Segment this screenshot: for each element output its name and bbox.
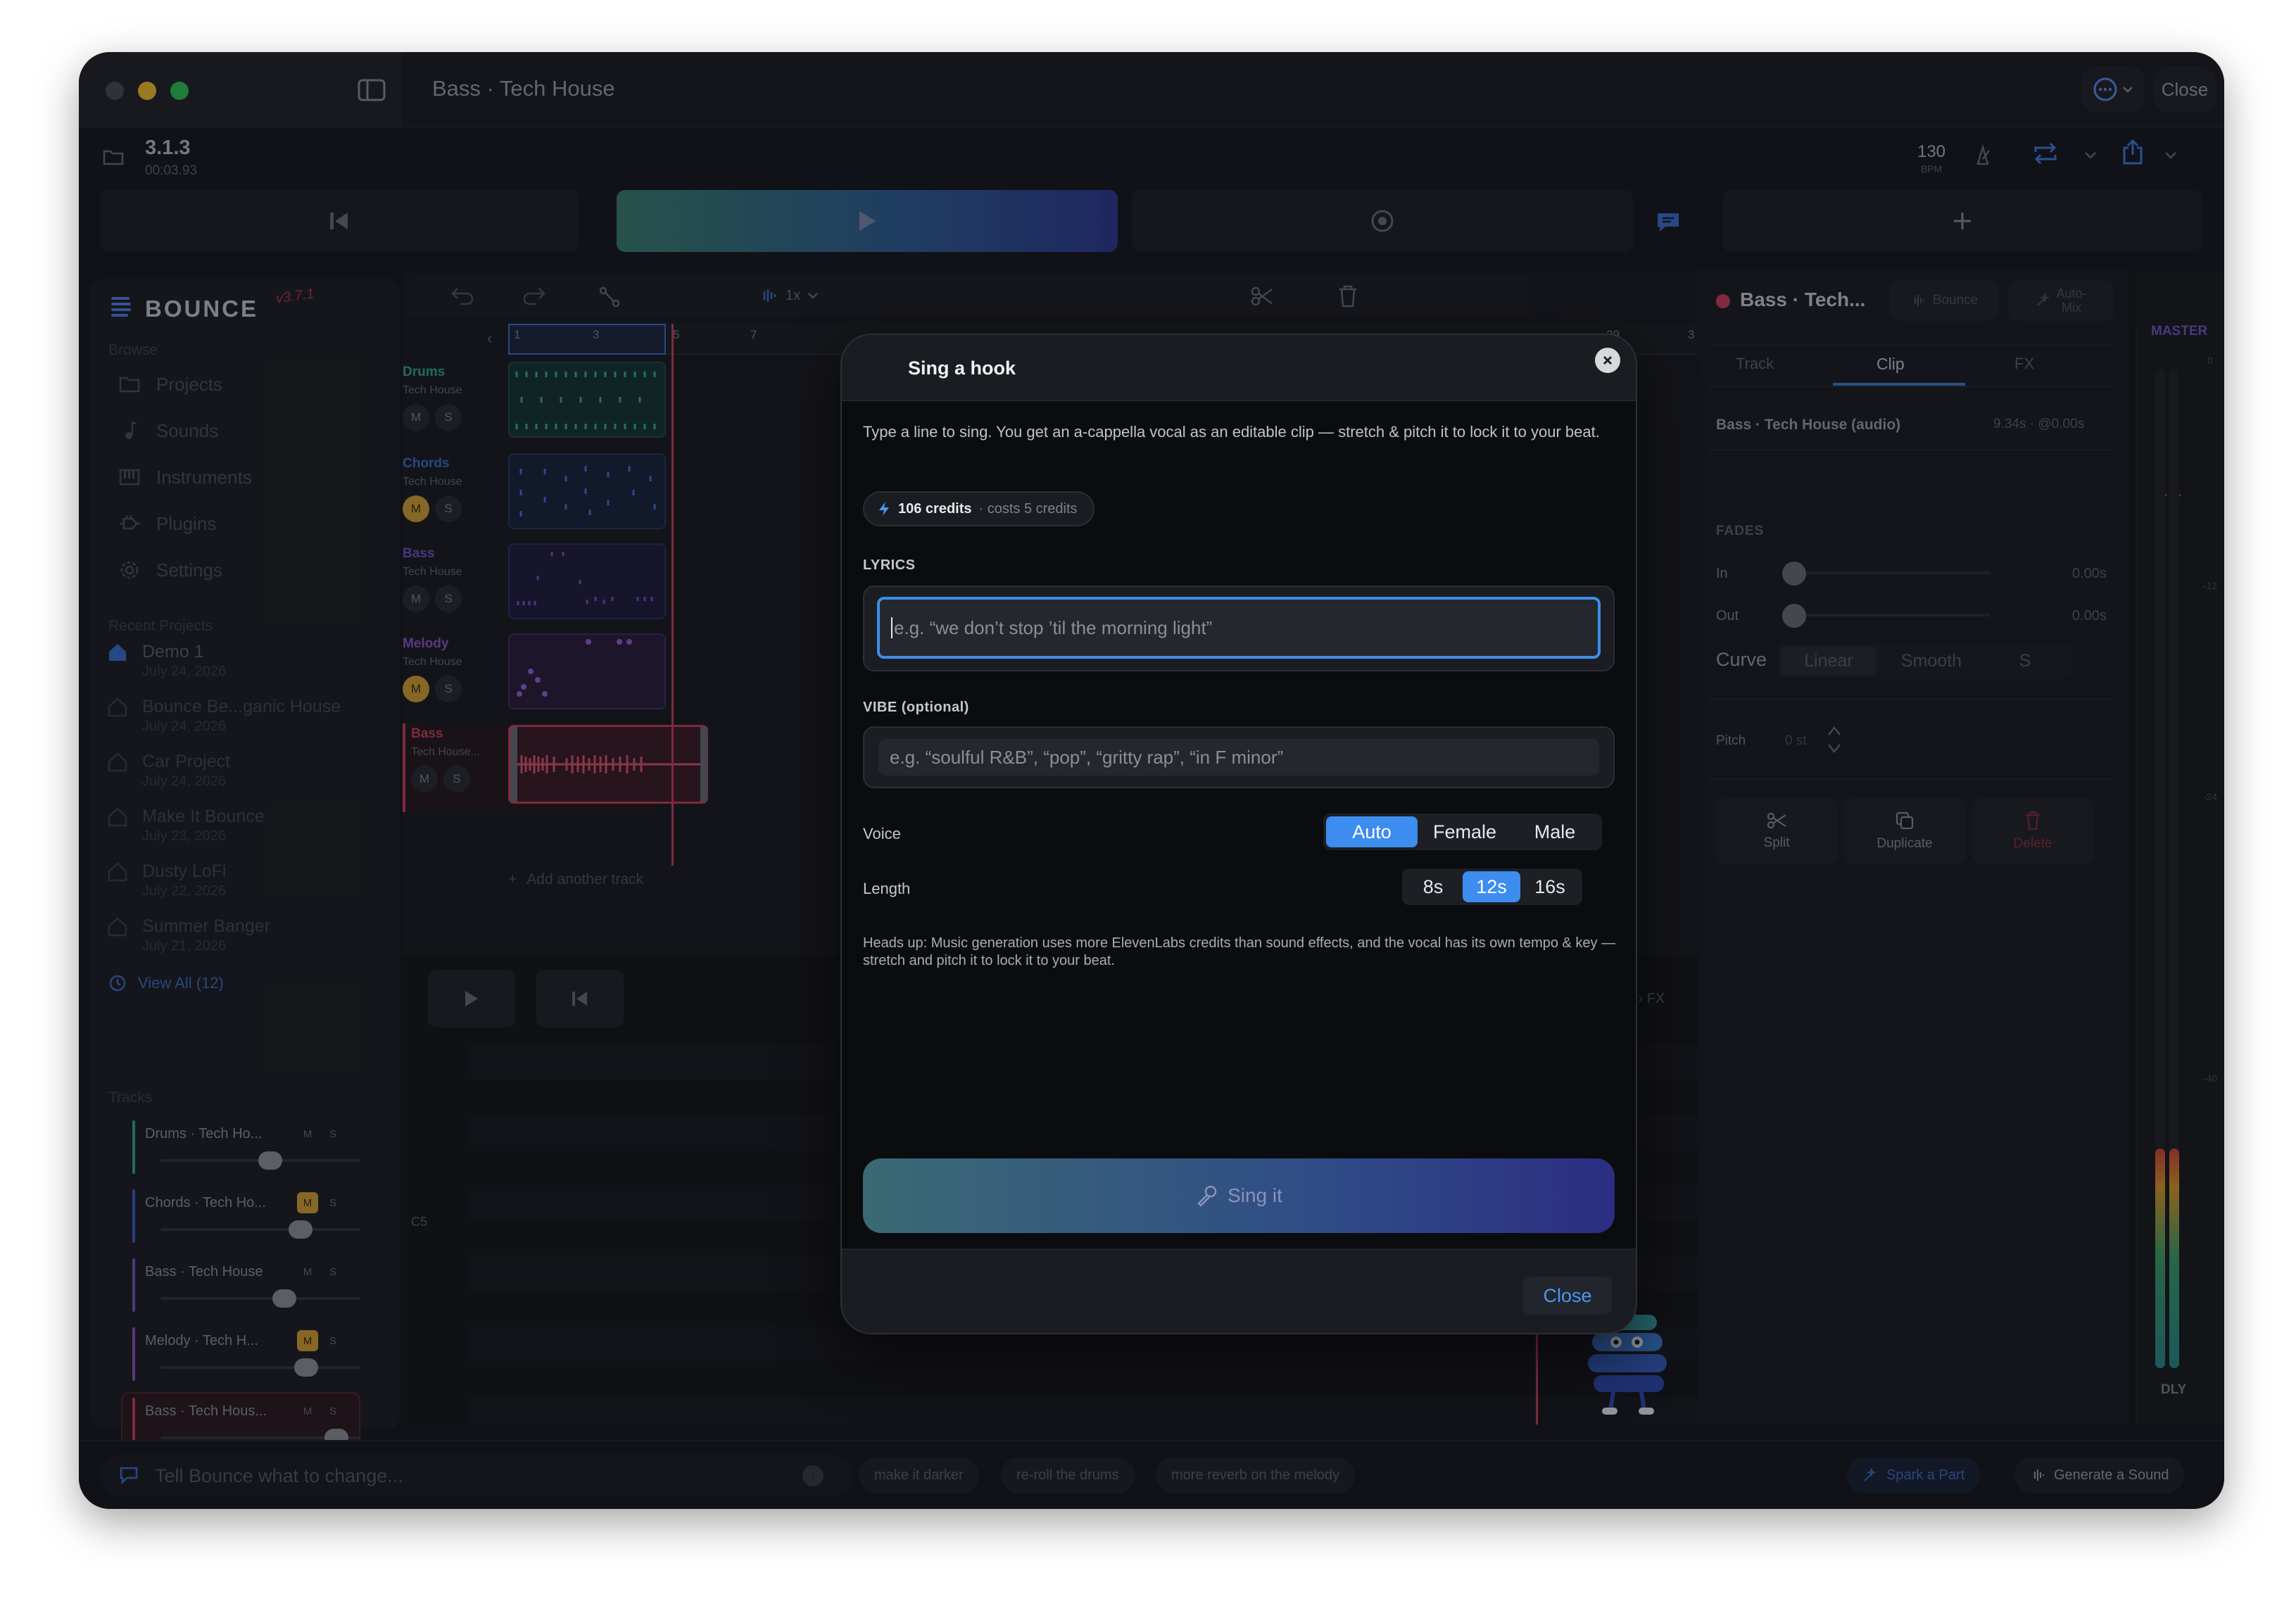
dialog-close-button[interactable]: Close bbox=[1523, 1277, 1612, 1315]
dialog-description: Type a line to sing. You get an a-cappel… bbox=[863, 423, 1600, 441]
lyrics-field-wrap: e.g. “we don’t stop ’til the morning lig… bbox=[863, 586, 1615, 671]
dialog-title: Sing a hook bbox=[908, 358, 1016, 379]
length-label: Length bbox=[863, 880, 911, 897]
vibe-placeholder: e.g. “soulful R&B”, “pop”, “gritty rap”,… bbox=[890, 746, 1284, 768]
sing-it-button[interactable]: Sing it bbox=[863, 1158, 1615, 1233]
vibe-field-wrap: e.g. “soulful R&B”, “pop”, “gritty rap”,… bbox=[863, 726, 1615, 788]
voice-label: Voice bbox=[863, 825, 901, 842]
close-icon bbox=[1603, 356, 1612, 365]
dialog-close-x-button[interactable] bbox=[1595, 348, 1620, 373]
credits-badge: 106 credits · costs 5 credits bbox=[863, 491, 1095, 526]
dialog-note: Heads up: Music generation uses more Ele… bbox=[863, 935, 1616, 968]
voice-selector: Auto Female Male bbox=[1323, 814, 1602, 850]
length-option-16s[interactable]: 16s bbox=[1522, 871, 1578, 902]
length-selector: 8s 12s 16s bbox=[1402, 868, 1582, 905]
length-option-8s[interactable]: 8s bbox=[1405, 871, 1461, 902]
sing-it-label: Sing it bbox=[1228, 1184, 1282, 1206]
microphone-icon bbox=[1197, 1185, 1217, 1207]
lyrics-placeholder: e.g. “we don’t stop ’til the morning lig… bbox=[894, 617, 1213, 638]
voice-option-male[interactable]: Male bbox=[1512, 816, 1598, 847]
lyrics-input[interactable]: e.g. “we don’t stop ’til the morning lig… bbox=[877, 597, 1601, 659]
app-window: Bass · Tech House Close 3.1.3 00:03.93 1… bbox=[79, 52, 2224, 1509]
vibe-input[interactable]: e.g. “soulful R&B”, “pop”, “gritty rap”,… bbox=[878, 739, 1599, 776]
lightning-icon bbox=[879, 502, 889, 516]
text-cursor bbox=[891, 617, 892, 638]
dialog-header: Sing a hook bbox=[842, 335, 1636, 401]
dialog-footer: Close bbox=[842, 1249, 1636, 1333]
voice-option-female[interactable]: Female bbox=[1419, 816, 1510, 847]
sing-hook-dialog: Sing a hook Type a line to sing. You get… bbox=[840, 334, 1637, 1334]
vibe-label: VIBE (optional) bbox=[863, 700, 969, 715]
credits-cost: · costs 5 credits bbox=[978, 500, 1078, 517]
voice-option-auto[interactable]: Auto bbox=[1326, 816, 1418, 847]
credits-count: 106 credits bbox=[898, 500, 972, 517]
length-option-12s[interactable]: 12s bbox=[1463, 871, 1520, 902]
lyrics-label: LYRICS bbox=[863, 557, 916, 573]
